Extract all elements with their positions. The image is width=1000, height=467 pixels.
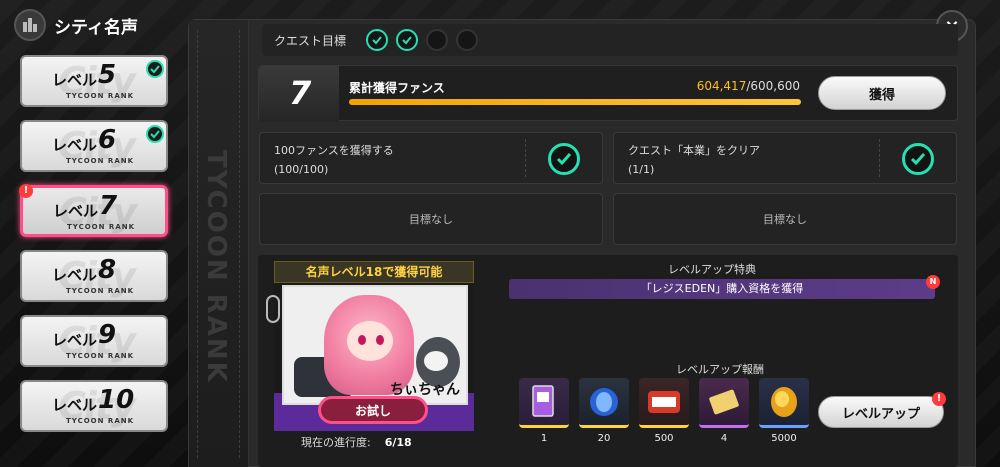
perk-item: 「レジスEDEN」購入資格を獲得 — [509, 279, 935, 299]
rank-label: レベル — [52, 71, 98, 89]
rank-subtitle: TYCOON RANK — [66, 287, 135, 295]
goal-empty-icon — [426, 29, 449, 51]
empty-goal-card: 目標なし — [613, 193, 957, 245]
reward-count: 4 — [720, 433, 728, 444]
rank-label: レベル — [52, 136, 98, 154]
rank-label: レベル — [53, 202, 99, 220]
character-progress: 現在の進行度: 6/18 — [301, 434, 412, 450]
rank-subtitle: TYCOON RANK — [66, 417, 135, 425]
rank-item-level-5[interactable]: City レベル 5 TYCOON RANK — [20, 55, 168, 107]
stitch-line — [239, 30, 240, 458]
character-image-detail — [424, 351, 448, 371]
character-image-detail — [358, 335, 366, 345]
trial-button[interactable]: お試し — [318, 396, 428, 424]
rank-number: 7 — [99, 191, 118, 221]
fans-current: 604,417 — [696, 79, 747, 93]
character-image-detail — [376, 335, 384, 345]
reward-count: 500 — [654, 433, 674, 444]
current-level-box: 7 — [259, 66, 339, 122]
rank-list: City レベル 5 TYCOON RANK City レベル 6 TYCOON… — [19, 55, 172, 445]
check-icon — [146, 60, 164, 78]
new-badge: N — [926, 275, 940, 289]
panel-side-strip: TYCOON RANK — [189, 20, 249, 467]
blue-gem-icon[interactable] — [579, 378, 629, 428]
rank-number: 5 — [98, 60, 117, 90]
rank-item-level-10[interactable]: City レベル 10 TYCOON RANK — [20, 380, 168, 432]
rank-label: レベル — [52, 396, 98, 414]
rank-subtitle: TYCOON RANK — [66, 352, 135, 360]
condition-card: クエスト「本業」をクリア (1/1) — [613, 132, 957, 184]
paperclip-icon — [266, 295, 280, 323]
goal-complete-icon — [366, 29, 389, 51]
goal-complete-icon — [396, 29, 419, 51]
goal-empty-icon — [456, 29, 479, 51]
stitch-line — [197, 30, 198, 458]
check-icon — [902, 143, 934, 175]
reward-count: 5000 — [771, 433, 797, 444]
quest-goal-header: クエスト目標 — [262, 24, 958, 56]
unlock-banner: 名声レベル18で獲得可能 — [274, 261, 474, 283]
rank-number: 10 — [98, 385, 135, 415]
character-image: ちぃちゃん — [282, 285, 468, 405]
condition-progress: (100/100) — [274, 163, 329, 176]
condition-card: 100ファンスを獲得する (100/100) — [259, 132, 603, 184]
rank-item-level-7[interactable]: ! City レベル 7 TYCOON RANK — [19, 184, 168, 237]
card-icon[interactable] — [519, 378, 569, 428]
page-title: シティ名声 — [54, 17, 138, 38]
rank-label: レベル — [52, 266, 98, 284]
check-icon — [146, 125, 164, 143]
condition-progress: (1/1) — [628, 163, 655, 176]
perk-title: レベルアップ特典 — [668, 263, 756, 276]
empty-goal-card: 目標なし — [259, 193, 603, 245]
rank-item-level-6[interactable]: City レベル 6 TYCOON RANK — [20, 120, 168, 172]
progress-label: 現在の進行度: — [301, 436, 371, 449]
fans-label: 累計獲得ファンス — [349, 81, 445, 95]
rank-number: 9 — [98, 320, 117, 350]
reward-count: 1 — [540, 433, 548, 444]
rank-subtitle: TYCOON RANK — [66, 157, 135, 165]
acquire-button[interactable]: 獲得 — [818, 76, 946, 110]
levelup-button[interactable]: レベルアップ — [818, 396, 944, 428]
city-icon — [14, 9, 46, 41]
token-icon[interactable] — [639, 378, 689, 428]
rank-item-level-8[interactable]: City レベル 8 TYCOON RANK — [20, 250, 168, 302]
gold-coin-icon[interactable] — [759, 378, 809, 428]
side-watermark: TYCOON RANK — [201, 150, 231, 384]
character-image-detail — [347, 321, 393, 361]
ticket-icon[interactable] — [699, 378, 749, 428]
quest-goal-label: クエスト目標 — [274, 33, 347, 48]
rank-number: 6 — [98, 125, 117, 155]
fans-progress-fill — [349, 99, 801, 105]
fans-count: 604,417/600,600 — [697, 79, 800, 93]
fans-progress-bar — [349, 99, 801, 105]
rank-subtitle: TYCOON RANK — [66, 92, 135, 100]
rank-label: レベル — [52, 331, 98, 349]
reward-count: 20 — [597, 433, 611, 444]
page-header: シティ名声 — [14, 6, 184, 44]
rank-item-level-9[interactable]: City レベル 9 TYCOON RANK — [20, 315, 168, 367]
current-level: 7 — [289, 74, 312, 112]
condition-title: 100ファンスを獲得する — [274, 144, 394, 157]
check-icon — [548, 143, 580, 175]
rank-subtitle: TYCOON RANK — [67, 223, 136, 231]
reward-title: レベルアップ報酬 — [676, 363, 764, 376]
fans-total: /600,600 — [746, 79, 800, 93]
rank-number: 8 — [98, 255, 117, 285]
alert-badge: ! — [19, 184, 33, 198]
progress-value: 6/18 — [384, 436, 412, 449]
divider — [879, 139, 880, 177]
condition-title: クエスト「本業」をクリア — [628, 144, 760, 157]
alert-badge: ! — [932, 392, 946, 406]
divider — [525, 139, 526, 177]
